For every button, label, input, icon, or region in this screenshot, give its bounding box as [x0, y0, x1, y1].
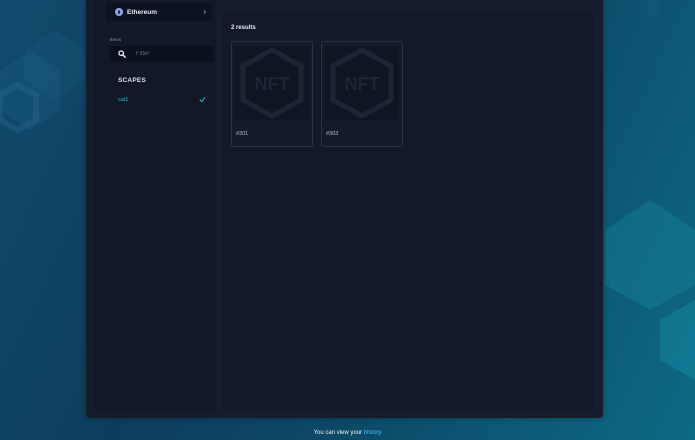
ethereum-icon — [115, 8, 123, 16]
nft-placeholder-image: NFT — [235, 46, 309, 120]
chain-selector[interactable]: Ethereum › — [106, 3, 212, 21]
chain-selector-label: Ethereum — [127, 8, 157, 16]
sidebar: Ethereum › Items SCAPES cat1 — [94, 0, 218, 410]
chevron-right-icon: › — [203, 7, 206, 16]
history-link[interactable]: history — [364, 430, 382, 436]
nft-card-name: #301 — [236, 131, 249, 137]
items-label: Items — [110, 37, 122, 42]
results-area: 2 results NFT #301 NFT #303 — [222, 10, 594, 410]
nft-placeholder-image: NFT — [325, 46, 399, 120]
nft-placeholder-text: NFT — [345, 74, 380, 94]
filter-box — [110, 46, 218, 62]
main-panel: Ethereum › Items SCAPES cat1 2 results — [86, 0, 603, 418]
nft-placeholder-text: NFT — [255, 74, 290, 94]
footer-text: You can view your — [313, 430, 363, 436]
results-count: 2 results — [231, 25, 256, 31]
check-icon — [199, 96, 206, 103]
nft-card[interactable]: NFT #303 — [321, 41, 403, 147]
search-icon — [118, 50, 126, 58]
collection-item-label: cat1 — [118, 97, 129, 103]
footer: You can view your history — [0, 430, 695, 436]
nft-card[interactable]: NFT #301 — [231, 41, 313, 147]
nft-placeholder-icon: NFT — [240, 47, 304, 119]
collection-item-cat1[interactable]: cat1 — [110, 94, 214, 106]
nft-placeholder-icon: NFT — [330, 47, 394, 119]
nft-card-name: #303 — [326, 131, 339, 137]
section-title: SCAPES — [118, 77, 146, 84]
filter-input[interactable] — [132, 48, 218, 60]
